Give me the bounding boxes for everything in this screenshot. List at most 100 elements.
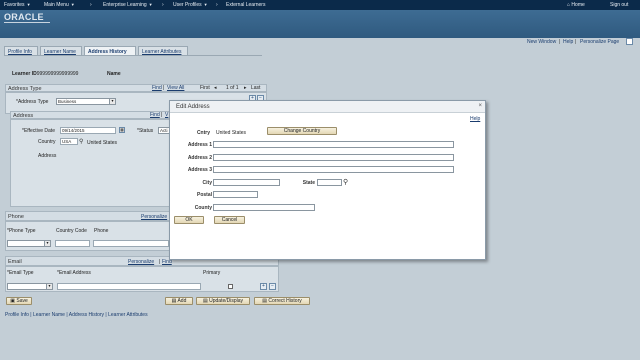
main-menu-label: Main Menu (44, 2, 69, 8)
country-code-header: Country Code (56, 228, 87, 234)
history-icon: ▤ (262, 298, 267, 304)
effective-date-input[interactable]: 09/14/2015 (60, 127, 116, 134)
country-code-input[interactable]: USA (60, 138, 78, 145)
chevron-down-icon: ▼ (44, 241, 50, 246)
correct-history-button[interactable]: ▤ Correct History (254, 297, 310, 305)
print-icon[interactable] (626, 38, 633, 45)
update-display-label: Update/Display (209, 298, 244, 304)
address2-label: Address 2 (187, 155, 212, 161)
home-icon: ⌂ (567, 2, 571, 8)
find-link[interactable]: Find (150, 112, 160, 118)
email-address-input[interactable] (57, 283, 201, 290)
primary-checkbox[interactable] (228, 284, 233, 289)
previous-icon[interactable]: ◂ (214, 85, 217, 91)
phone-header-col: Phone (94, 228, 109, 234)
new-window-link[interactable]: New Window (527, 39, 556, 45)
learner-id-row: Learner ID999999999999999 (12, 71, 78, 77)
correct-history-label: Correct History (268, 298, 302, 304)
breadcrumb-user-profiles[interactable]: User Profiles ▼ (173, 2, 208, 8)
state-input[interactable] (317, 179, 342, 186)
help-link[interactable]: Help (563, 39, 573, 45)
tab-learner-attributes[interactable]: Learner Attributes (138, 46, 188, 55)
country-label: Country (38, 139, 56, 145)
chevron-down-icon: ▼ (46, 284, 52, 289)
phone-type-select[interactable]: ▼ (7, 240, 51, 247)
breadcrumb-separator-icon: › (216, 2, 218, 8)
chevron-down-icon: ▼ (70, 2, 75, 7)
top-navigation-bar: Favorites ▼ Main Menu ▼ › Enterprise Learn… (0, 0, 640, 10)
calendar-icon[interactable]: ▦ (119, 127, 125, 133)
home-label: Home (571, 2, 585, 8)
breadcrumb-separator-icon: › (90, 2, 92, 8)
phone-input[interactable] (93, 240, 169, 247)
address1-input[interactable] (213, 141, 454, 148)
chevron-down-icon: ▼ (109, 99, 115, 104)
home-link[interactable]: ⌂ Home (567, 2, 585, 8)
modal-help-link[interactable]: Help (470, 116, 480, 122)
update-icon: ▤ (202, 298, 208, 304)
favorites-label: Favorites (4, 2, 25, 8)
cancel-button[interactable]: Cancel (214, 216, 245, 224)
lookup-icon[interactable]: ⚲ (343, 178, 348, 186)
view-all-link[interactable]: V (165, 112, 168, 118)
email-type-select[interactable]: ▼ (7, 283, 53, 290)
chevron-down-icon: ▼ (203, 2, 208, 7)
add-label: Add (177, 298, 187, 304)
learner-name-label: Name (107, 71, 121, 77)
favorites-menu[interactable]: Favorites ▼ (4, 2, 31, 8)
save-label: Save (16, 298, 28, 304)
address-label: Address (38, 153, 57, 159)
breadcrumb-external-learners[interactable]: External Learners (226, 2, 265, 8)
tab-address-history[interactable]: Address History (84, 46, 136, 55)
breadcrumb-enterprise-learning[interactable]: Enterprise Learning ▼ (103, 2, 153, 8)
section-title: Phone (8, 214, 24, 220)
add-row-icon[interactable]: + (260, 283, 267, 290)
update-display-button[interactable]: ▤ Update/Display (196, 297, 250, 305)
view-all-link[interactable]: View All (167, 85, 184, 91)
personalize-page-link[interactable]: Personalize Page (580, 39, 619, 45)
ok-button[interactable]: OK (174, 216, 204, 224)
crumb-label: User Profiles (173, 2, 202, 8)
main-menu[interactable]: Main Menu ▼ (44, 2, 75, 8)
personalize-link[interactable]: Personalize (141, 214, 167, 220)
row-counter: 1 of 1 (226, 85, 239, 91)
save-button[interactable]: ▣ Save (6, 297, 32, 305)
logo-underline (4, 22, 50, 23)
chevron-down-icon: ▼ (148, 2, 153, 7)
chevron-down-icon: ▼ (26, 2, 31, 7)
tab-divider (4, 55, 262, 56)
address3-input[interactable] (213, 166, 454, 173)
modal-title: Edit Address (176, 104, 210, 110)
find-link[interactable]: Find (152, 85, 162, 91)
next-icon[interactable]: ▸ (244, 85, 247, 91)
city-input[interactable] (213, 179, 280, 186)
status-label: *Status (137, 128, 154, 134)
last-link[interactable]: Last (251, 85, 260, 91)
sign-out-link[interactable]: Sign out (610, 2, 628, 8)
country-label: Cntry (196, 130, 210, 136)
learner-id-value: 999999999999999 (36, 71, 79, 77)
address2-input[interactable] (213, 154, 454, 161)
learner-id-label: Learner ID (12, 71, 37, 77)
personalize-link[interactable]: Personalize (128, 259, 154, 265)
close-icon[interactable]: × (478, 103, 482, 109)
add-icon: ▤ (171, 298, 177, 304)
footer-links[interactable]: Profile Info | Learner Name | Address Hi… (5, 312, 148, 318)
address-type-select[interactable]: Business ▼ (56, 98, 116, 105)
first-link[interactable]: First (200, 85, 210, 91)
separator: | (159, 259, 161, 265)
breadcrumb-separator-icon: › (162, 2, 164, 8)
delete-row-icon[interactable]: − (269, 283, 276, 290)
postal-input[interactable] (213, 191, 258, 198)
tab-learner-name[interactable]: Learner Name (40, 46, 82, 55)
effective-date-label: *Effective Date (22, 128, 55, 134)
state-label: State (302, 180, 315, 186)
country-code-input[interactable] (55, 240, 90, 247)
phone-type-header: *Phone Type (7, 228, 36, 234)
tab-profile-info[interactable]: Profile Info (4, 46, 38, 55)
change-country-button[interactable]: Change Country (267, 127, 337, 135)
address3-label: Address 3 (187, 167, 212, 173)
add-button[interactable]: ▤ Add (165, 297, 193, 305)
lookup-icon[interactable]: ⚲ (79, 138, 83, 145)
county-input[interactable] (213, 204, 315, 211)
